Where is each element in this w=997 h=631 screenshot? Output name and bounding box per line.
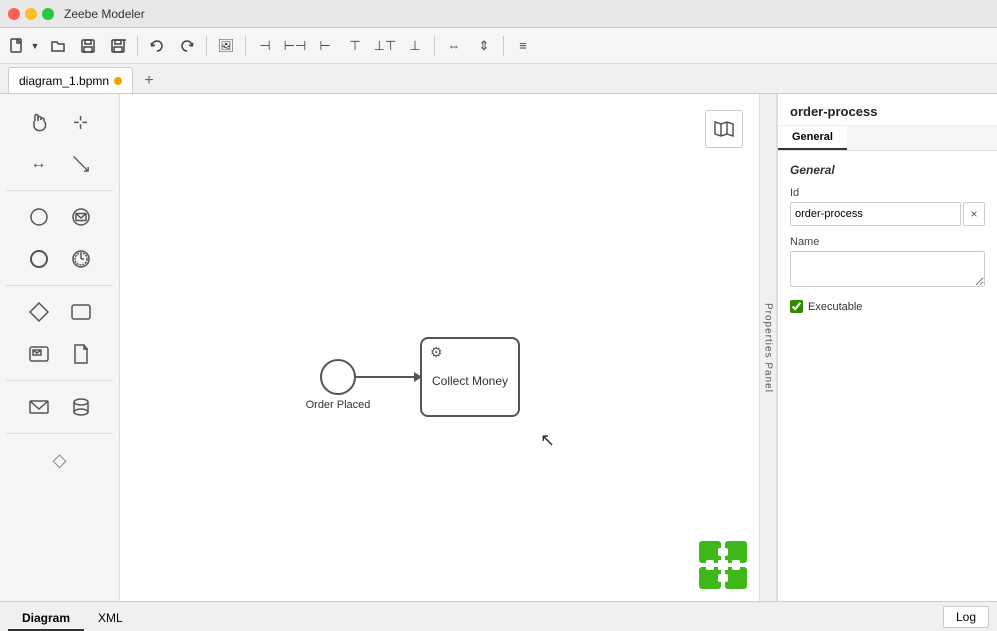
minimize-button[interactable] bbox=[25, 8, 37, 20]
tool-row-6 bbox=[19, 334, 101, 374]
props-name-textarea[interactable] bbox=[790, 251, 985, 287]
diagram-tab-label: diagram_1.bpmn bbox=[19, 74, 109, 88]
props-tab-general-label: General bbox=[792, 131, 833, 143]
bpmn-diagram: Order Placed ⚙ Collect Money ↖ bbox=[120, 94, 759, 601]
tool-row-7 bbox=[19, 387, 101, 427]
log-button[interactable]: Log bbox=[943, 606, 989, 628]
task-button[interactable] bbox=[61, 292, 101, 332]
props-executable-row: Executable bbox=[790, 300, 985, 313]
properties-panel-tabs: General bbox=[778, 126, 997, 151]
redo-button[interactable] bbox=[173, 32, 201, 60]
new-dropdown[interactable]: ▼ bbox=[6, 32, 42, 60]
add-tab-button[interactable]: + bbox=[137, 69, 161, 93]
toolbar: ▼ 🖼 ⊣ ⊢⊣ bbox=[0, 28, 997, 64]
align-right-button[interactable]: ⊢ bbox=[311, 32, 339, 60]
toolbar-separator-2 bbox=[206, 36, 207, 56]
toolbar-separator-4 bbox=[434, 36, 435, 56]
hand-tool-button[interactable] bbox=[19, 102, 59, 142]
bottom-tab-xml[interactable]: XML bbox=[84, 607, 137, 631]
subprocess-button[interactable]: ◇ bbox=[40, 440, 80, 480]
props-id-clear-button[interactable]: × bbox=[963, 202, 985, 226]
start-event-button[interactable] bbox=[19, 197, 59, 237]
maximize-button[interactable] bbox=[42, 8, 54, 20]
connect-tool-button[interactable]: ⟶ bbox=[52, 136, 109, 193]
save-as-button[interactable] bbox=[104, 32, 132, 60]
start-event-label: Order Placed bbox=[305, 399, 371, 411]
props-executable-checkbox[interactable] bbox=[790, 300, 803, 313]
canvas[interactable]: Order Placed ⚙ Collect Money ↖ bbox=[120, 94, 759, 601]
tool-row-4 bbox=[19, 239, 101, 279]
props-id-input-row: × bbox=[790, 202, 985, 226]
tool-row-3 bbox=[19, 197, 101, 237]
props-executable-label: Executable bbox=[808, 301, 862, 313]
app-title: Zeebe Modeler bbox=[64, 7, 145, 21]
tabbar: diagram_1.bpmn + bbox=[0, 64, 997, 94]
new-dropdown-arrow[interactable]: ▼ bbox=[28, 32, 42, 60]
close-button[interactable] bbox=[8, 8, 20, 20]
bottom-tabs: Diagram XML Log bbox=[0, 601, 997, 631]
align-middle-button[interactable]: ⊥⊤ bbox=[371, 32, 399, 60]
align-bottom-button[interactable]: ⊥ bbox=[401, 32, 429, 60]
main-area: ⊹ ↔ ⟶ bbox=[0, 94, 997, 601]
props-id-input[interactable] bbox=[790, 202, 961, 226]
left-toolbar-sep-3 bbox=[6, 380, 113, 381]
props-id-label: Id bbox=[790, 187, 985, 199]
tool-row-5 bbox=[19, 292, 101, 332]
deploy-button[interactable]: 🖼 bbox=[212, 32, 240, 60]
distribute-v-button[interactable]: ⇕ bbox=[470, 32, 498, 60]
props-tab-general[interactable]: General bbox=[778, 126, 847, 150]
more-button[interactable]: ≡ bbox=[509, 32, 537, 60]
cursor: ↖ bbox=[540, 430, 555, 451]
timer-event-button[interactable] bbox=[61, 239, 101, 279]
props-section-general-title: General bbox=[790, 163, 985, 177]
align-center-button[interactable]: ⊢⊣ bbox=[281, 32, 309, 60]
diagram-tab[interactable]: diagram_1.bpmn bbox=[8, 67, 133, 93]
bottom-tab-diagram[interactable]: Diagram bbox=[8, 607, 84, 631]
toolbar-separator-3 bbox=[245, 36, 246, 56]
distribute-h-button[interactable]: ⇔ bbox=[440, 32, 468, 60]
data-store-button[interactable] bbox=[61, 387, 101, 427]
align-top-button[interactable]: ⊤ bbox=[341, 32, 369, 60]
align-left-button[interactable]: ⊣ bbox=[251, 32, 279, 60]
tool-row-1: ⊹ bbox=[19, 102, 101, 142]
props-id-field: Id × bbox=[790, 187, 985, 226]
properties-panel-content: General Id × Name Executable bbox=[778, 151, 997, 601]
sequence-flow[interactable] bbox=[356, 376, 421, 378]
save-button[interactable] bbox=[74, 32, 102, 60]
toolbar-separator-5 bbox=[503, 36, 504, 56]
left-toolbar-sep-1 bbox=[6, 190, 113, 191]
props-toggle-label: Properties Panel bbox=[763, 303, 774, 393]
task-shape[interactable]: ⚙ Collect Money bbox=[420, 337, 520, 417]
send-task-button[interactable] bbox=[19, 334, 59, 374]
zeebe-logo bbox=[697, 539, 749, 591]
left-toolbar: ⊹ ↔ ⟶ bbox=[0, 94, 120, 601]
email-task-button[interactable] bbox=[19, 387, 59, 427]
tool-row-2: ↔ ⟶ bbox=[19, 144, 101, 184]
tool-row-8: ◇ bbox=[40, 440, 80, 480]
window-buttons bbox=[8, 8, 54, 20]
props-name-field: Name bbox=[790, 236, 985, 290]
props-name-label: Name bbox=[790, 236, 985, 248]
properties-panel: order-process General General Id × Name bbox=[777, 94, 997, 601]
left-toolbar-sep-4 bbox=[6, 433, 113, 434]
open-button[interactable] bbox=[44, 32, 72, 60]
left-toolbar-sep-2 bbox=[6, 285, 113, 286]
minimap-button[interactable] bbox=[705, 110, 743, 148]
data-object-button[interactable] bbox=[61, 334, 101, 374]
task-service-icon: ⚙ bbox=[430, 344, 443, 361]
start-event-shape[interactable] bbox=[320, 359, 356, 395]
undo-button[interactable] bbox=[143, 32, 171, 60]
message-event-button[interactable] bbox=[61, 197, 101, 237]
task-label: Collect Money bbox=[428, 374, 512, 388]
properties-panel-title: order-process bbox=[778, 94, 997, 126]
new-button[interactable] bbox=[6, 32, 28, 60]
properties-panel-toggle[interactable]: Properties Panel bbox=[759, 94, 777, 601]
tab-unsaved-indicator bbox=[114, 77, 122, 85]
titlebar: Zeebe Modeler bbox=[0, 0, 997, 28]
exclusive-gateway-button[interactable] bbox=[19, 292, 59, 332]
end-event-button[interactable] bbox=[19, 239, 59, 279]
toolbar-separator-1 bbox=[137, 36, 138, 56]
